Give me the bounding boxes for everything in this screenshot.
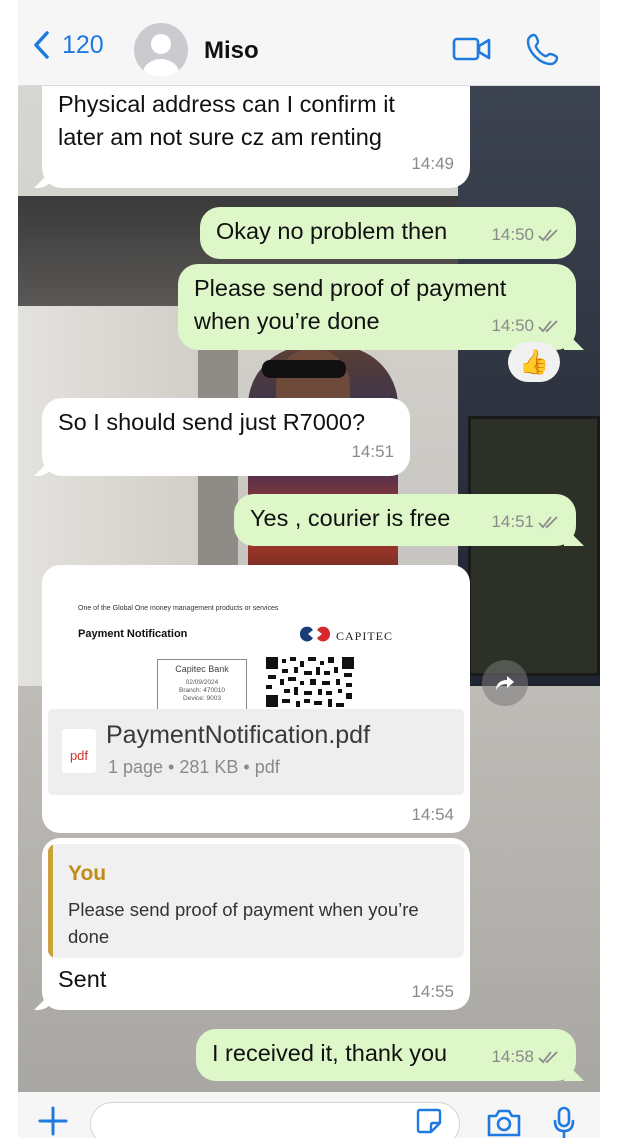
message-incoming[interactable]: So I should send just R7000? 14:51	[42, 398, 410, 476]
message-input[interactable]	[90, 1102, 460, 1138]
back-button[interactable]: 120	[32, 30, 104, 60]
message-outgoing[interactable]: Yes , courier is free 14:51	[234, 494, 576, 546]
microphone-icon[interactable]	[552, 1106, 576, 1138]
message-meta: 14:58	[491, 1040, 560, 1073]
document-tagline: One of the Global One money management p…	[78, 605, 279, 612]
forward-icon	[496, 676, 514, 690]
message-outgoing[interactable]: I received it, thank you 14:58	[196, 1029, 576, 1081]
thumbs-up-reaction[interactable]: 👍	[508, 342, 560, 382]
wallpaper-door	[468, 416, 600, 676]
plus-icon[interactable]	[38, 1106, 68, 1136]
chevron-left-icon	[34, 31, 49, 59]
unread-count: 120	[62, 30, 104, 59]
reply-message[interactable]: You Please send proof of payment when yo…	[42, 838, 470, 1010]
document-message[interactable]: One of the Global One money management p…	[42, 565, 470, 833]
message-outgoing[interactable]: Please send proof of payment when you’re…	[178, 264, 576, 350]
read-checks-icon	[538, 228, 558, 241]
chat-header: 120 Miso	[18, 0, 600, 86]
avatar[interactable]	[134, 23, 188, 77]
document-file-row[interactable]: pdf PaymentNotification.pdf 1 page • 281…	[48, 709, 464, 795]
forward-button[interactable]	[482, 660, 528, 706]
message-time: 14:50	[491, 225, 534, 244]
video-call-icon[interactable]	[452, 34, 492, 64]
contact-name[interactable]: Miso	[204, 37, 259, 65]
bank-stamp: Capitec Bank 02/09/2024 Branch: 470010 D…	[157, 659, 247, 713]
message-time: 14:54	[411, 805, 454, 824]
wallpaper-sunglasses	[262, 360, 346, 378]
message-composer	[18, 1092, 600, 1138]
quoted-message[interactable]: You Please send proof of payment when yo…	[48, 844, 464, 958]
message-meta: 14:51	[491, 505, 560, 538]
message-incoming[interactable]: Physical address can I confirm it later …	[42, 78, 470, 188]
file-name: PaymentNotification.pdf	[106, 721, 371, 749]
phone-icon[interactable]	[526, 32, 560, 66]
message-text: So I should send just R7000?	[58, 409, 366, 435]
read-checks-icon	[538, 1050, 558, 1063]
capitec-logo-icon	[299, 626, 331, 642]
message-time: 14:49	[411, 154, 454, 173]
chat-screen: 120 Miso Physical address can I confirm	[0, 0, 640, 1138]
message-meta: 14:50	[491, 218, 560, 251]
read-checks-icon	[538, 319, 558, 332]
file-meta: 1 page • 281 KB • pdf	[108, 757, 280, 777]
document-preview[interactable]: One of the Global One money management p…	[50, 573, 462, 713]
stamp-date: 02/09/2024	[185, 679, 219, 686]
message-time: 14:50	[491, 316, 534, 335]
stamp-branch: Branch: 470010	[179, 687, 225, 694]
read-checks-icon	[538, 515, 558, 528]
message-time: 14:51	[491, 512, 534, 531]
message-text: Sent	[58, 966, 107, 992]
person-icon	[143, 34, 179, 77]
stamp-device: Device: 9003	[183, 695, 221, 702]
message-time: 14:55	[411, 982, 454, 1001]
stamp-title: Capitec Bank	[175, 664, 229, 674]
document-heading: Payment Notification	[78, 628, 188, 640]
sticker-icon[interactable]	[416, 1108, 442, 1134]
capitec-brand: CAPITEC	[336, 629, 394, 643]
message-meta: 14:50	[491, 309, 560, 342]
message-text: Physical address can I confirm it later …	[58, 91, 395, 150]
message-outgoing[interactable]: Okay no problem then 14:50	[200, 207, 576, 259]
quote-bar	[48, 844, 53, 958]
message-time: 14:58	[491, 1047, 534, 1066]
pdf-icon: pdf	[62, 729, 96, 773]
message-time: 14:51	[351, 442, 394, 461]
qr-code	[264, 655, 356, 709]
quoted-author: You	[68, 862, 107, 885]
camera-icon[interactable]	[486, 1108, 522, 1138]
quoted-text: Please send proof of payment when you’re…	[68, 899, 419, 947]
